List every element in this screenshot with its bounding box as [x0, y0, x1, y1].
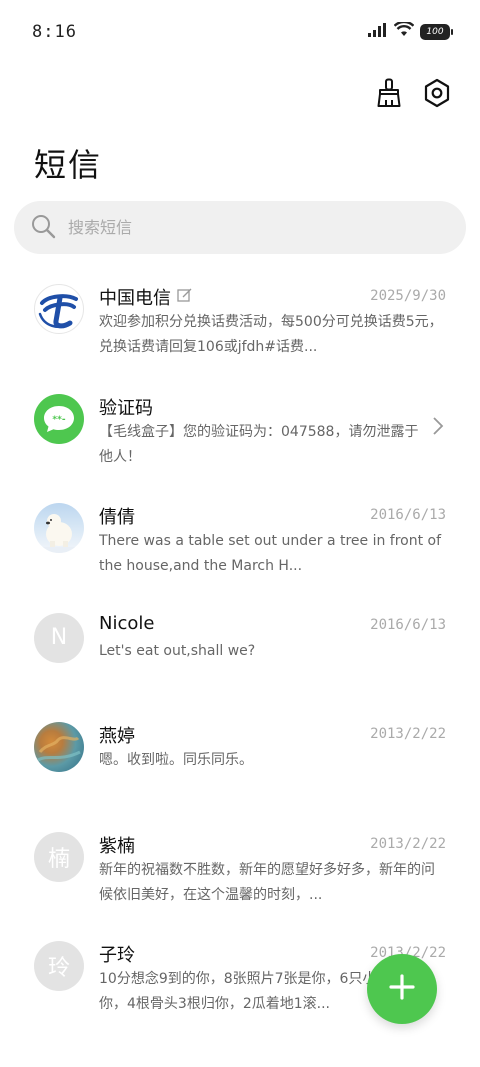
contact-name-text: 验证码	[99, 397, 153, 419]
list-item[interactable]: **- 验证码 【毛线盒子】您的验证码为：047588，请勿泄露于他人！	[0, 380, 480, 490]
list-item[interactable]: 中国电信 2025/9/30 欢迎参加积分兑换话费活动，每500分可兑换话费5元…	[0, 270, 480, 380]
contact-name-text: 子玲	[99, 945, 135, 966]
search-icon	[30, 213, 56, 243]
message-preview: 嗯。收到啦。同乐同乐。	[99, 752, 253, 768]
list-item[interactable]: 燕婷 2013/2/22 嗯。收到啦。同乐同乐。	[0, 708, 480, 818]
message-preview: There was a table set out under a tree i…	[99, 533, 442, 574]
message-preview: 新年的祝福数不胜数，新年的愿望好多好多，新年的问候依旧美好，在这个温馨的时刻，.…	[99, 861, 435, 903]
avatar	[34, 503, 84, 553]
contact-name: 紫楠	[99, 832, 135, 858]
plus-icon	[388, 973, 416, 1005]
avatar: 玲	[34, 941, 84, 991]
search-input[interactable]	[68, 218, 428, 237]
search-bar[interactable]	[14, 201, 466, 254]
contact-name: 倩倩	[99, 503, 135, 529]
polar-bear-avatar-icon	[34, 514, 84, 553]
message-date: 2013/2/22	[370, 726, 446, 742]
signal-icon	[368, 22, 388, 41]
message-date: 2013/2/22	[370, 835, 446, 852]
contact-name-text: 紫楠	[99, 835, 135, 857]
edit-note-icon	[177, 287, 192, 308]
broom-icon[interactable]	[372, 76, 406, 110]
message-preview: Let's eat out,shall we?	[99, 642, 256, 659]
avatar: **-	[34, 393, 84, 444]
contact-name: 子玲	[99, 941, 135, 967]
battery-icon: 100	[420, 23, 453, 40]
contact-name-text: 倩倩	[99, 507, 135, 528]
landscape-avatar-icon	[37, 736, 81, 762]
message-date: 2016/6/13	[370, 507, 446, 523]
contact-name-text: 燕婷	[99, 726, 135, 747]
message-preview: 【毛线盒子】您的验证码为：047588，请勿泄露于他人！	[99, 423, 419, 465]
message-preview: 欢迎参加积分兑换话费活动，每500分可兑换话费5元，兑换话费请回复106或jfd…	[99, 314, 443, 355]
message-date: 2016/6/13	[370, 616, 446, 633]
list-item[interactable]: 倩倩 2016/6/13 There was a table set out u…	[0, 489, 480, 599]
chevron-right-icon[interactable]	[432, 416, 444, 440]
avatar	[34, 284, 84, 334]
list-item[interactable]: N Nicole 2016/6/13 Let's eat out,shall w…	[0, 599, 480, 709]
avatar	[34, 722, 84, 772]
contact-name-text: Nicole	[99, 612, 155, 634]
status-time: 8:16	[32, 22, 77, 42]
message-bubble-icon: **-	[44, 405, 74, 432]
status-icons: 100	[368, 20, 453, 41]
new-message-button[interactable]	[367, 954, 437, 1024]
top-actions	[372, 76, 454, 110]
avatar: N	[34, 612, 84, 663]
contact-name: 验证码	[99, 394, 153, 420]
contact-name: 中国电信	[99, 284, 192, 310]
contact-name: 燕婷	[99, 722, 135, 748]
page-title: 短信	[34, 146, 103, 184]
status-bar: 8:16 100	[0, 0, 480, 64]
message-date: 2025/9/30	[370, 288, 446, 304]
avatar: 楠	[34, 831, 84, 882]
wifi-icon	[393, 20, 415, 41]
list-item[interactable]: 楠 紫楠 2013/2/22 新年的祝福数不胜数，新年的愿望好多好多，新年的问候…	[0, 818, 480, 928]
message-list: 中国电信 2025/9/30 欢迎参加积分兑换话费活动，每500分可兑换话费5元…	[0, 270, 480, 1037]
contact-name: Nicole	[99, 613, 154, 634]
telecom-logo-icon	[38, 294, 78, 329]
contact-name-text: 中国电信	[99, 288, 171, 309]
settings-hex-icon[interactable]	[420, 76, 454, 110]
svg-text:**-: **-	[52, 415, 65, 425]
